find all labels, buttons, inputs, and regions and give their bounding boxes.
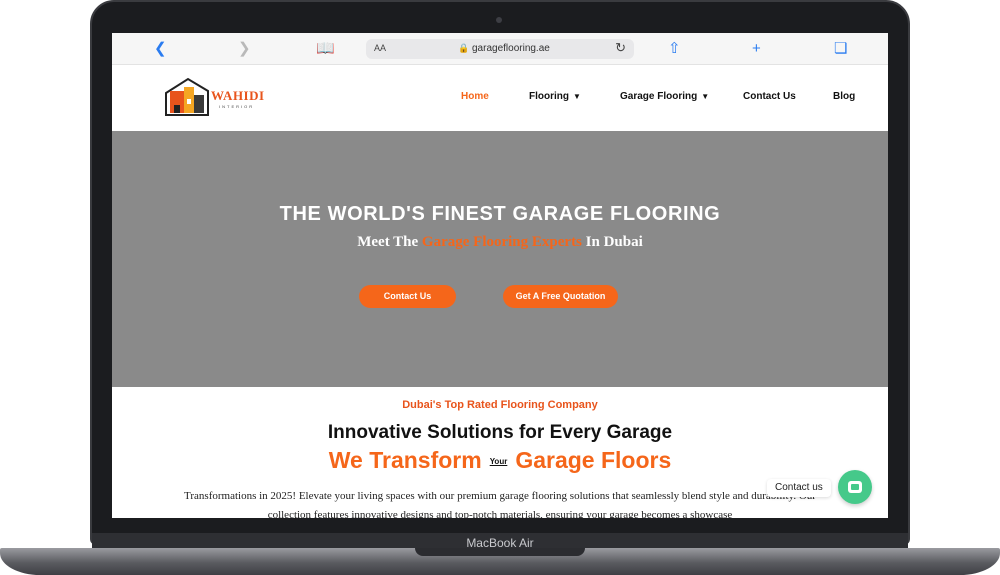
logo-subtext: INTERIOR — [219, 104, 255, 109]
forward-icon[interactable]: ❯ — [238, 39, 251, 59]
section-eyebrow: Dubai's Top Rated Flooring Company — [402, 399, 598, 411]
share-icon[interactable]: ⇧ — [668, 39, 681, 59]
heading-small: Your — [489, 457, 508, 467]
nav-garage-flooring[interactable]: Garage Flooring ▼ — [620, 91, 709, 102]
nav-garage-flooring-label: Garage Flooring — [620, 91, 698, 102]
nav-flooring[interactable]: Flooring ▼ — [529, 91, 581, 102]
nav-blog[interactable]: Blog — [833, 91, 855, 102]
reload-icon[interactable]: ↻ — [615, 40, 626, 56]
section-heading-accent: We Transform Your Garage Floors — [112, 447, 888, 474]
chevron-down-icon: ▼ — [573, 92, 581, 101]
nav-contact-us[interactable]: Contact Us — [743, 91, 796, 102]
bookmarks-icon[interactable]: 📖 — [316, 39, 335, 59]
url-text[interactable]: garageflooring.ae — [472, 43, 550, 54]
site-logo[interactable]: WAHIDI INTERIOR — [164, 75, 264, 119]
hero-subtitle: Meet The Garage Flooring Experts In Duba… — [112, 234, 888, 251]
hero-banner: THE WORLD'S FINEST GARAGE FLOORING Meet … — [112, 131, 888, 387]
browser-toolbar: ❮ ❯ 📖 AA 🔒 garageflooring.ae ↻ ⇧ + ❏ — [112, 33, 888, 65]
model-label: MacBook Air — [466, 536, 534, 550]
logo-text: WAHIDI — [211, 88, 265, 103]
hero-subtitle-accent: Garage Flooring Experts — [421, 234, 582, 250]
chat-icon — [848, 481, 862, 493]
webcam — [496, 17, 502, 23]
address-bar[interactable]: AA 🔒 garageflooring.ae ↻ — [366, 39, 634, 59]
back-icon[interactable]: ❮ — [154, 39, 167, 59]
screen: ❮ ❯ 📖 AA 🔒 garageflooring.ae ↻ ⇧ + ❏ WAH… — [112, 33, 888, 518]
nav-home[interactable]: Home — [461, 91, 489, 102]
contact-widget-button[interactable] — [838, 470, 872, 504]
site-header: WAHIDI INTERIOR Home Flooring ▼ Garage Fl… — [112, 65, 888, 131]
contact-us-button[interactable]: Contact Us — [359, 285, 456, 308]
hero-subtitle-pre: Meet The — [357, 234, 422, 250]
section-heading: Innovative Solutions for Every Garage — [327, 422, 673, 443]
intro-paragraph: Transformations in 2025! Elevate your li… — [184, 490, 816, 518]
free-quotation-button[interactable]: Get A Free Quotation — [503, 285, 618, 308]
chevron-down-icon: ▼ — [701, 92, 710, 101]
contact-widget-label[interactable]: Contact us — [767, 479, 831, 497]
lock-icon: 🔒 — [458, 43, 470, 53]
new-tab-icon[interactable]: + — [752, 39, 761, 59]
heading-pre: We Transform — [328, 447, 482, 473]
logo-house-icon — [165, 77, 209, 116]
tabs-icon[interactable]: ❏ — [834, 39, 847, 59]
hero-subtitle-post: In Dubai — [581, 234, 643, 250]
nav-flooring-label: Flooring — [529, 91, 569, 102]
hero-title: THE WORLD'S FINEST GARAGE FLOORING — [279, 203, 721, 225]
reader-text-size-button[interactable]: AA — [374, 43, 386, 53]
heading-post: Garage Floors — [515, 447, 672, 473]
